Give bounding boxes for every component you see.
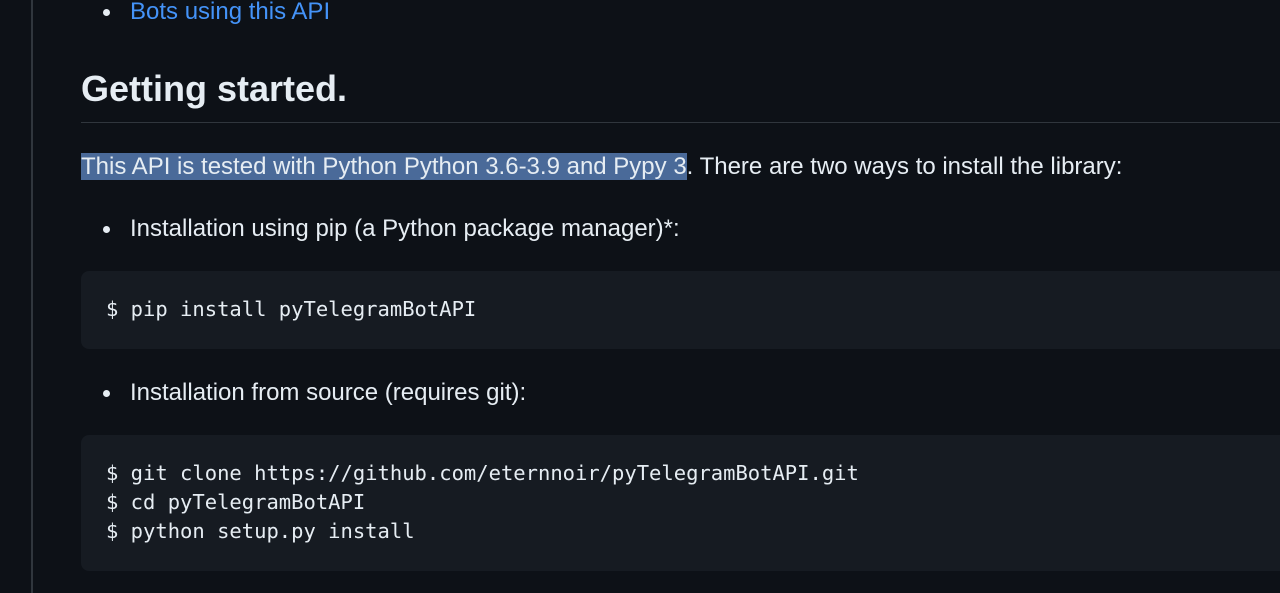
code-block-source[interactable]: $ git clone https://github.com/eternnoir… [81,435,1280,571]
heading-divider [81,122,1280,123]
code-line: $ pip install pyTelegramBotAPI [106,297,477,321]
bullet-icon [103,8,110,16]
section-heading: Getting started. [81,68,348,109]
list-item: Installation using pip (a Python package… [103,214,680,244]
install-method-source: Installation from source (requires git): [130,379,527,406]
bullet-icon [103,389,110,397]
list-item: Installation from source (requires git): [103,378,526,408]
code-line: $ cd pyTelegramBotAPI [106,490,366,514]
selected-text[interactable]: This API is tested with Python Python 3.… [81,153,687,180]
bullet-icon [103,225,110,233]
code-block-pip[interactable]: $ pip install pyTelegramBotAPI [81,271,1280,349]
list-item: Bots using this API [103,0,330,27]
paragraph-text[interactable]: . There are two ways to install the libr… [687,153,1123,180]
bots-using-api-link[interactable]: Bots using this API [130,0,330,27]
intro-paragraph[interactable]: This API is tested with Python Python 3.… [81,149,1122,185]
readme-content: Bots using this API Getting started. Thi… [81,0,1280,593]
content-left-border [31,0,33,593]
install-method-pip: Installation using pip (a Python package… [130,215,680,242]
code-line: $ git clone https://github.com/eternnoir… [106,461,859,485]
code-line: $ python setup.py install [106,519,415,543]
